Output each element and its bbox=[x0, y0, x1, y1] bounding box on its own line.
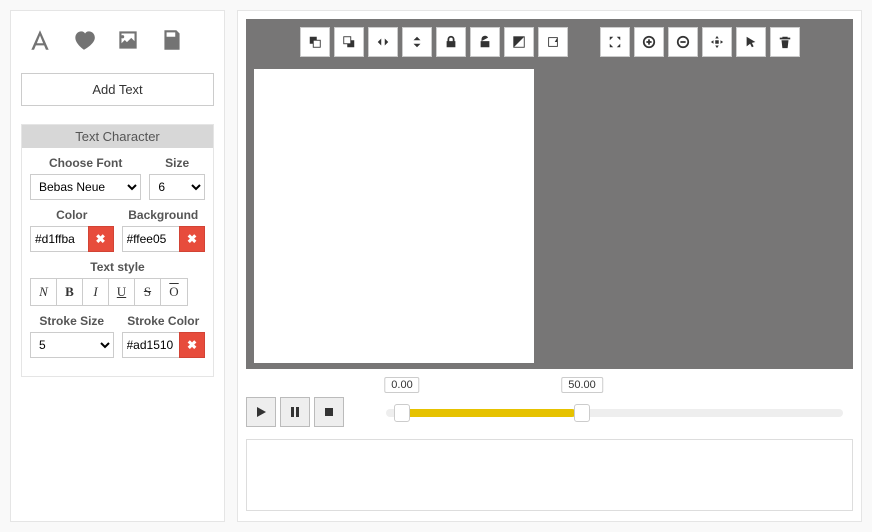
lock-button[interactable] bbox=[436, 27, 466, 57]
unlock-button[interactable] bbox=[470, 27, 500, 57]
style-underline-button[interactable]: U bbox=[109, 279, 135, 305]
color-input[interactable] bbox=[30, 226, 88, 252]
contrast-button[interactable] bbox=[504, 27, 534, 57]
style-bold-button[interactable]: B bbox=[57, 279, 83, 305]
track-fill bbox=[396, 409, 576, 417]
canvas-area[interactable] bbox=[246, 19, 853, 369]
sidebar-tool-tabs bbox=[21, 21, 214, 67]
close-icon: ✖ bbox=[187, 232, 197, 246]
font-select[interactable]: Bebas Neue bbox=[30, 174, 141, 200]
text-style-label: Text style bbox=[30, 260, 205, 274]
stop-button[interactable] bbox=[314, 397, 344, 427]
timeline: 0.00 50.00 bbox=[246, 379, 853, 429]
app-root: Add Text Text Character Choose Font Beba… bbox=[0, 0, 872, 532]
style-strike-button[interactable]: S bbox=[135, 279, 161, 305]
close-icon: ✖ bbox=[95, 232, 105, 246]
add-button[interactable] bbox=[634, 27, 664, 57]
toolbar-group-layer bbox=[300, 27, 568, 57]
stroke-size-label: Stroke Size bbox=[30, 314, 114, 328]
text-character-panel: Text Character Choose Font Bebas Neue Si… bbox=[21, 124, 214, 377]
send-back-button[interactable] bbox=[334, 27, 364, 57]
style-normal-button[interactable]: N bbox=[31, 279, 57, 305]
start-handle[interactable] bbox=[394, 404, 410, 422]
close-icon: ✖ bbox=[187, 338, 197, 352]
font-label: Choose Font bbox=[30, 156, 141, 170]
stroke-color-label: Stroke Color bbox=[122, 314, 206, 328]
output-area[interactable] bbox=[246, 439, 853, 511]
heart-icon[interactable] bbox=[71, 27, 97, 53]
remove-button[interactable] bbox=[668, 27, 698, 57]
flip-horizontal-button[interactable] bbox=[368, 27, 398, 57]
timeline-track[interactable]: 0.00 50.00 bbox=[386, 379, 843, 429]
toolbar-group-edit bbox=[600, 27, 800, 57]
delete-button[interactable] bbox=[770, 27, 800, 57]
text-style-group: N B I U S O bbox=[30, 278, 188, 306]
stroke-color-input[interactable] bbox=[122, 332, 180, 358]
pointer-button[interactable] bbox=[736, 27, 766, 57]
crop-button[interactable] bbox=[538, 27, 568, 57]
save-icon[interactable] bbox=[159, 27, 185, 53]
canvas-toolbar bbox=[246, 27, 853, 57]
expand-button[interactable] bbox=[600, 27, 630, 57]
size-label: Size bbox=[149, 156, 205, 170]
background-input[interactable] bbox=[122, 226, 180, 252]
panel-title: Text Character bbox=[22, 125, 213, 148]
style-italic-button[interactable]: I bbox=[83, 279, 109, 305]
canvas-page[interactable] bbox=[254, 69, 534, 363]
start-time-label: 0.00 bbox=[384, 377, 419, 393]
sidebar: Add Text Text Character Choose Font Beba… bbox=[10, 10, 225, 522]
bring-front-button[interactable] bbox=[300, 27, 330, 57]
pause-button[interactable] bbox=[280, 397, 310, 427]
stroke-size-select[interactable]: 5 bbox=[30, 332, 114, 358]
background-label: Background bbox=[122, 208, 206, 222]
main-area: 0.00 50.00 bbox=[237, 10, 862, 522]
clear-color-button[interactable]: ✖ bbox=[88, 226, 114, 252]
size-select[interactable]: 6 bbox=[149, 174, 205, 200]
end-handle[interactable] bbox=[574, 404, 590, 422]
flip-vertical-button[interactable] bbox=[402, 27, 432, 57]
image-icon[interactable] bbox=[115, 27, 141, 53]
move-button[interactable] bbox=[702, 27, 732, 57]
end-time-label: 50.00 bbox=[561, 377, 603, 393]
color-label: Color bbox=[30, 208, 114, 222]
add-text-button[interactable]: Add Text bbox=[21, 73, 214, 106]
clear-background-button[interactable]: ✖ bbox=[179, 226, 205, 252]
style-overline-button[interactable]: O bbox=[161, 279, 187, 305]
text-tool-icon[interactable] bbox=[27, 27, 53, 53]
play-button[interactable] bbox=[246, 397, 276, 427]
clear-stroke-color-button[interactable]: ✖ bbox=[179, 332, 205, 358]
timeline-controls bbox=[246, 397, 344, 427]
